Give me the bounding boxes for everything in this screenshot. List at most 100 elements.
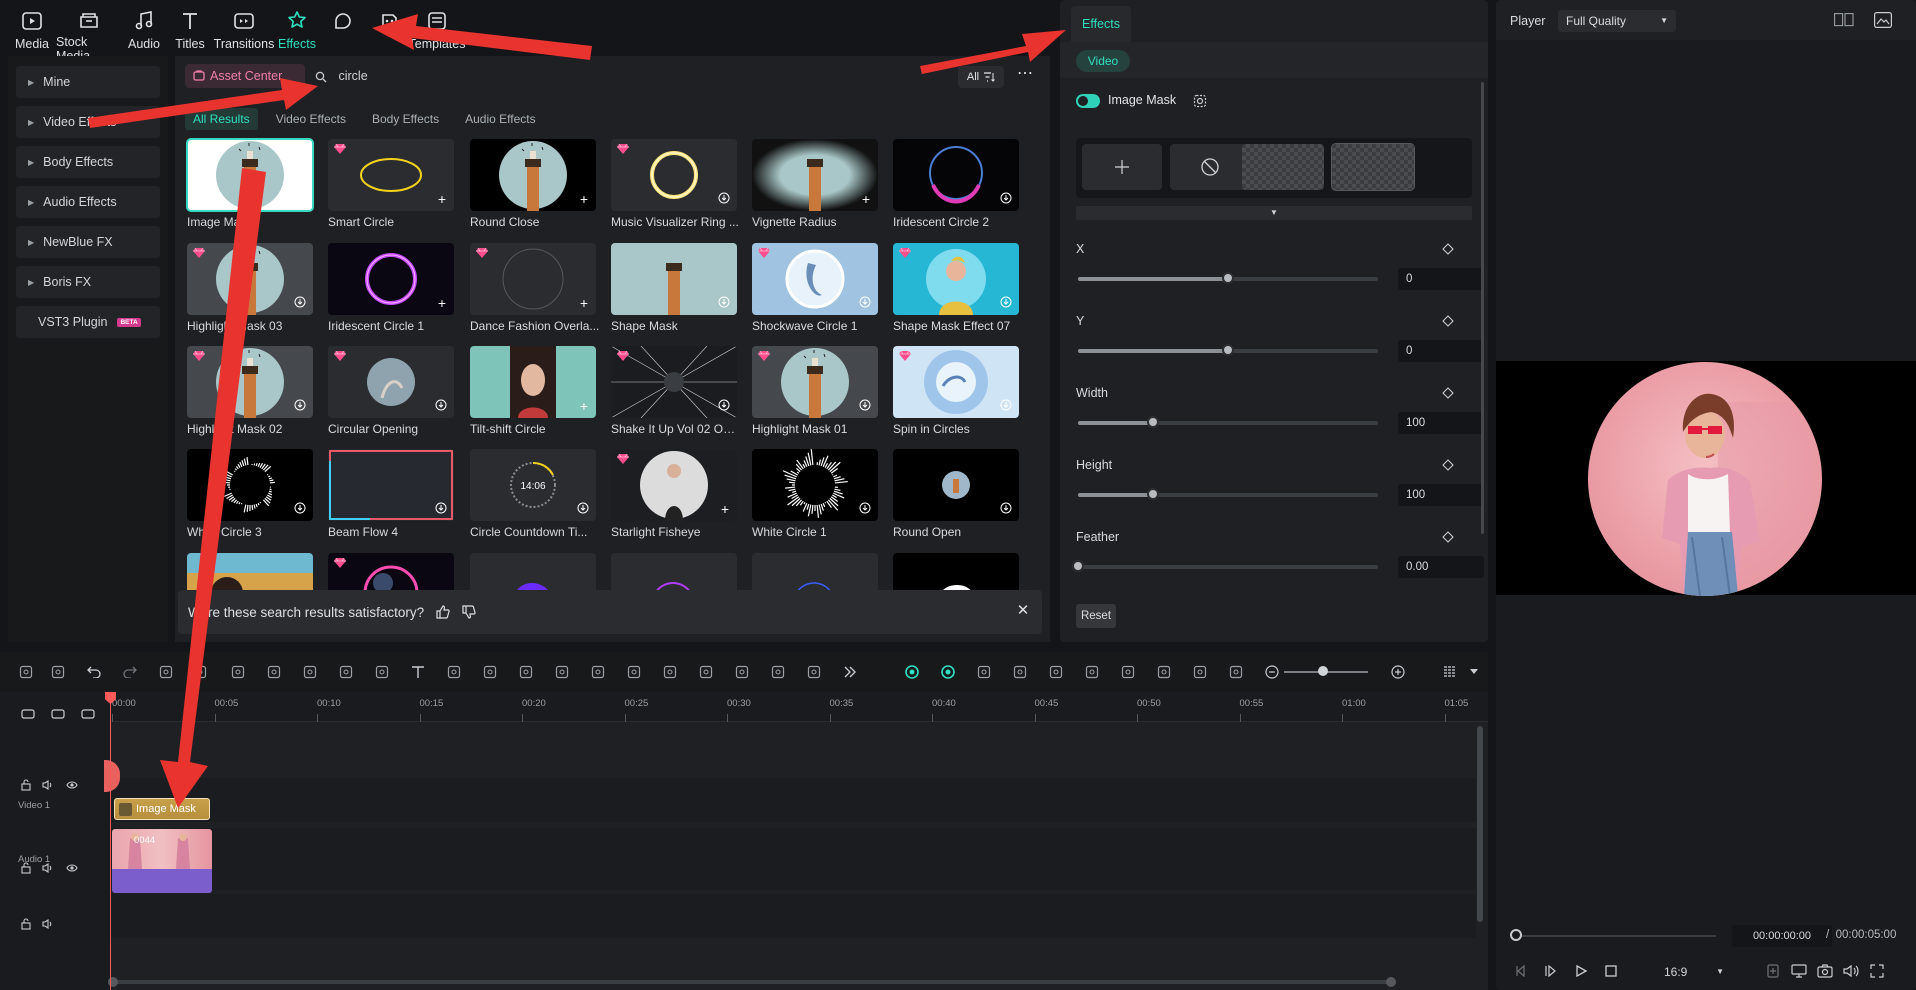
- split-icon[interactable]: [266, 664, 282, 680]
- download-icon[interactable]: [859, 296, 873, 310]
- toolbar-stickers-button[interactable]: [320, 0, 366, 56]
- toolbar-templates-button[interactable]: Templates: [409, 0, 466, 56]
- param-slider-x[interactable]: [1078, 272, 1378, 284]
- eye-icon[interactable]: [64, 777, 80, 793]
- slider-knob[interactable]: [1147, 416, 1159, 428]
- download-icon[interactable]: [859, 502, 873, 516]
- effect-card-white-circle-1[interactable]: White Circle 1: [752, 449, 878, 549]
- effect-clip[interactable]: Image Mask: [114, 798, 210, 820]
- sidebar-item-video-effects[interactable]: ▶ Video Effects: [16, 106, 160, 138]
- undo-icon[interactable]: [86, 664, 102, 680]
- param-value-y[interactable]: 0: [1398, 340, 1484, 362]
- chevron-down-icon[interactable]: [1466, 664, 1482, 680]
- effect-card-circle-countdown-ti[interactable]: 14:06 Circle Countdown Ti...: [470, 449, 596, 549]
- green-screen-icon[interactable]: [904, 664, 920, 680]
- toolbar-titles-button[interactable]: Titles: [166, 0, 214, 56]
- thumbs-down-icon[interactable]: [462, 605, 476, 619]
- properties-scrollbar[interactable]: [1481, 82, 1484, 534]
- effect-card-shake-it-up-vol-02-ove[interactable]: Shake It Up Vol 02 Ove...: [611, 346, 741, 446]
- effect-card-spin-in-circles[interactable]: Spin in Circles: [893, 346, 1019, 446]
- param-value-feather[interactable]: 0.00: [1398, 556, 1484, 578]
- keyframe-icon[interactable]: [1442, 315, 1454, 327]
- transform-icon[interactable]: [338, 664, 354, 680]
- add-effect-icon[interactable]: +: [577, 296, 591, 310]
- select-tool-icon[interactable]: [50, 664, 66, 680]
- color-icon[interactable]: [554, 664, 570, 680]
- auto-icon[interactable]: [1048, 664, 1064, 680]
- close-feedback-icon[interactable]: ✕: [1014, 602, 1032, 620]
- snapshot-view-icon[interactable]: [1874, 12, 1892, 28]
- download-icon[interactable]: [718, 399, 732, 413]
- add-effect-icon[interactable]: +: [718, 502, 732, 516]
- effect-card-round-close[interactable]: + Round Close: [470, 139, 596, 239]
- add-effect-icon[interactable]: +: [435, 296, 449, 310]
- slider-knob[interactable]: [1072, 560, 1084, 572]
- add-marker-icon[interactable]: [1764, 962, 1782, 980]
- download-icon[interactable]: [294, 296, 308, 310]
- effect-card-circular-opening[interactable]: Circular Opening: [328, 346, 454, 446]
- microphone-icon[interactable]: [1120, 664, 1136, 680]
- add-effect-icon[interactable]: +: [577, 399, 591, 413]
- delete-icon[interactable]: [192, 664, 208, 680]
- toolbar-transitions-button[interactable]: Transitions: [214, 0, 274, 56]
- camera-icon[interactable]: [1816, 962, 1834, 980]
- add-effect-icon[interactable]: +: [435, 192, 449, 206]
- video-track-lane[interactable]: [110, 828, 1476, 890]
- effect-card-white-circle-3[interactable]: White Circle 3: [187, 449, 313, 549]
- current-timecode[interactable]: 00:00:00:00: [1732, 925, 1832, 947]
- step-forward-icon[interactable]: [1542, 962, 1560, 980]
- add-effect-icon[interactable]: +: [859, 192, 873, 206]
- lock-icon[interactable]: [18, 777, 34, 793]
- effect-card-partial-24[interactable]: [187, 553, 313, 593]
- tab-video-effects[interactable]: Video Effects: [268, 108, 354, 130]
- subtitle-icon[interactable]: [770, 664, 786, 680]
- download-icon[interactable]: [435, 502, 449, 516]
- no-mask-button[interactable]: [1170, 144, 1250, 190]
- keyframe-icon[interactable]: [1442, 387, 1454, 399]
- toolbar-ai-button[interactable]: [366, 0, 412, 56]
- volume-icon[interactable]: [40, 916, 56, 932]
- effect-card-partial-27[interactable]: [611, 553, 737, 593]
- lock-icon[interactable]: [18, 916, 34, 932]
- volume-icon[interactable]: [40, 777, 56, 793]
- stop-icon[interactable]: [1602, 962, 1620, 980]
- crop-icon[interactable]: [302, 664, 318, 680]
- playhead-knob[interactable]: [1510, 929, 1522, 941]
- ai-tools-icon[interactable]: [158, 664, 174, 680]
- download-icon[interactable]: [1000, 192, 1014, 206]
- sidebar-item-audio-effects[interactable]: ▶ Audio Effects: [16, 186, 160, 218]
- download-icon[interactable]: [1000, 399, 1014, 413]
- download-icon[interactable]: [435, 399, 449, 413]
- mask-shape-icon[interactable]: [1192, 93, 1208, 109]
- display-icon[interactable]: [1790, 962, 1808, 980]
- effect-enable-toggle[interactable]: [1076, 94, 1100, 108]
- all-filter-dropdown[interactable]: All: [958, 66, 1004, 88]
- download-icon[interactable]: [718, 296, 732, 310]
- eye-icon[interactable]: [64, 860, 80, 876]
- effect-card-partial-25[interactable]: [328, 553, 454, 593]
- toolbar-effects-button[interactable]: Effects: [274, 0, 320, 56]
- param-slider-width[interactable]: [1078, 416, 1378, 428]
- audio-track-lane[interactable]: [110, 894, 1476, 938]
- effect-card-dance-fashion-overla[interactable]: + Dance Fashion Overla...: [470, 243, 599, 343]
- keyframe-icon[interactable]: [1442, 243, 1454, 255]
- download-icon[interactable]: [1000, 296, 1014, 310]
- shield-icon[interactable]: [1084, 664, 1100, 680]
- download-icon[interactable]: [859, 399, 873, 413]
- aspect-ratio-dropdown[interactable]: 16:9 ▼: [1660, 962, 1730, 982]
- slider-knob[interactable]: [1222, 272, 1234, 284]
- toolbar-audio-button[interactable]: Audio: [122, 0, 166, 56]
- effect-card-partial-26[interactable]: [470, 553, 596, 593]
- param-slider-height[interactable]: [1078, 488, 1378, 500]
- effect-card-highlight-mask-03[interactable]: Highlight Mask 03: [187, 243, 313, 343]
- playback-progress[interactable]: [1516, 935, 1716, 937]
- sidebar-item-mine[interactable]: ▶ Mine: [16, 66, 160, 98]
- tab-audio-effects[interactable]: Audio Effects: [457, 108, 544, 130]
- compare-view-icon[interactable]: [1834, 13, 1854, 27]
- zoom-out-icon[interactable]: [1264, 664, 1280, 680]
- render-icon[interactable]: [976, 664, 992, 680]
- effect-card-round-open[interactable]: Round Open: [893, 449, 1019, 549]
- mask-preset-1[interactable]: [1242, 144, 1324, 190]
- tab-effects[interactable]: Effects: [1071, 6, 1131, 42]
- slider-knob[interactable]: [1222, 344, 1234, 356]
